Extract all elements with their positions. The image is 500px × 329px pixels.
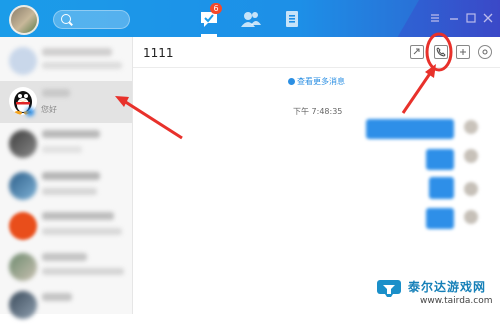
voice-call-button[interactable] [434,45,448,59]
tab-apps[interactable] [281,8,303,30]
list-item[interactable] [0,287,132,329]
blurred-message [42,188,97,195]
blurred-message [42,228,122,235]
view-more-label: 查看更多消息 [297,77,345,86]
watermark-url: www.tairda.com [420,296,493,306]
add-member-icon[interactable] [456,45,470,59]
list-item[interactable] [0,40,132,82]
blurred-name [42,212,114,220]
minimize-icon[interactable] [449,13,459,23]
unread-badge: 6 [210,3,222,14]
message-bubble[interactable] [366,119,454,139]
header-divider [133,67,500,68]
avatar [464,120,478,134]
avatar [464,149,478,163]
avatar [9,130,37,158]
menu-icon[interactable] [430,13,440,23]
blurred-message [42,146,82,153]
list-item[interactable] [0,247,132,289]
contacts-icon [241,12,261,27]
avatar [9,291,37,319]
message-bubble[interactable] [426,149,454,170]
chat-panel: 1111 查看更多消息 下午 7:48:35 [133,37,500,314]
user-avatar[interactable] [9,5,39,35]
close-icon[interactable] [483,13,493,23]
watermark-title: 泰尔达游戏网 [408,280,487,294]
share-screen-icon[interactable] [410,45,424,59]
clock-icon [288,78,295,85]
view-more-messages-link[interactable]: 查看更多消息 [288,76,345,87]
list-item[interactable] [0,206,132,248]
message-bubble[interactable] [429,177,454,199]
tab-messages[interactable]: 6 [198,3,222,30]
blurred-name [42,48,112,56]
avatar [9,172,37,200]
settings-icon[interactable] [478,45,492,59]
list-item[interactable] [0,166,132,208]
avatar [9,253,37,281]
avatar [9,47,37,75]
list-item[interactable] [0,124,132,166]
list-item-selected[interactable]: 您好 [0,81,132,123]
blurred-name [42,253,87,261]
blurred-name [42,130,100,138]
maximize-icon[interactable] [466,13,476,23]
avatar [464,210,478,224]
device-icon [26,108,34,116]
tairda-logo-icon [377,280,401,299]
blurred-message [42,268,124,275]
blurred-message [42,62,122,69]
search-input[interactable] [53,10,130,29]
title-bar: 6 [0,0,500,37]
avatar [464,182,478,196]
blurred-name [42,89,70,97]
watermark-logo: 泰尔达游戏网 www.tairda.com [368,274,500,314]
blurred-name [42,293,72,301]
phone-icon [436,47,446,57]
avatar [9,212,37,240]
message-bubble[interactable] [426,208,454,229]
tab-contacts[interactable] [240,8,262,30]
message-timestamp: 下午 7:48:35 [293,107,343,116]
apps-icon [286,11,298,27]
search-icon [61,14,71,24]
blurred-name [42,172,100,180]
conversation-list[interactable]: 您好 [0,37,133,319]
chat-title: 1111 [143,46,174,60]
list-item-message: 您好 [41,105,57,114]
